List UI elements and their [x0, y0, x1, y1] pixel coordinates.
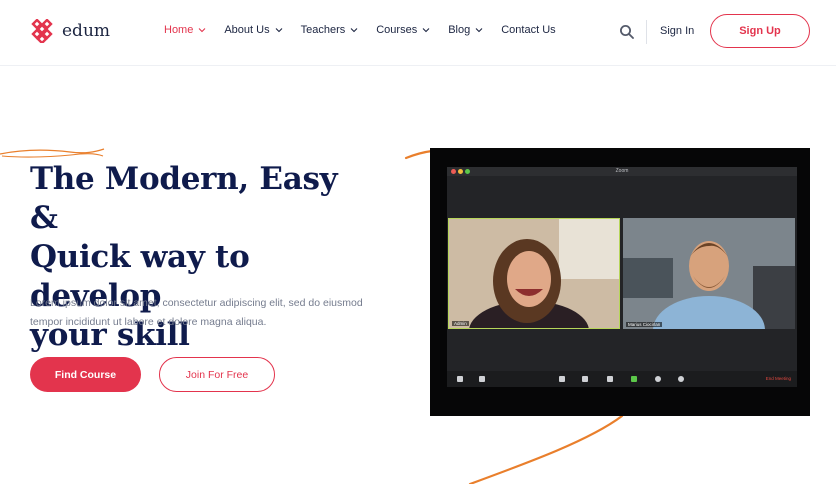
nav-item-blog[interactable]: Blog — [448, 24, 483, 36]
participant-tile: Admin — [448, 218, 620, 329]
participant-photo — [449, 219, 619, 328]
brand-name: edum — [62, 21, 111, 41]
meeting-controls: End Meeting — [447, 371, 797, 387]
search-icon[interactable] — [619, 24, 635, 40]
hero-description: Lorem ipsum dolor sit amet, consectetur … — [30, 294, 370, 332]
record-icon — [655, 376, 661, 382]
site-header: edum Home About Us Teachers Courses Blog… — [0, 0, 836, 66]
security-icon — [559, 376, 565, 382]
chevron-down-icon — [422, 28, 430, 33]
sign-in-link[interactable]: Sign In — [660, 25, 694, 37]
main-nav: Home About Us Teachers Courses Blog Cont… — [164, 24, 574, 36]
nav-item-contact-us[interactable]: Contact Us — [501, 24, 555, 36]
video-meeting-image: Zoom Admin Marius Ciocirlan End Meeting — [430, 148, 810, 416]
squiggle-decoration — [0, 148, 105, 158]
video-camera-icon — [479, 376, 485, 382]
hero-desc-line: tempor incididunt ut labore et dolore ma… — [30, 316, 267, 328]
participants-icon — [582, 376, 588, 382]
participant-name: Marius Ciocirlan — [626, 322, 663, 327]
nav-label: Teachers — [300, 24, 346, 36]
chevron-down-icon — [275, 28, 282, 33]
nav-label: Courses — [376, 24, 418, 36]
nav-item-teachers[interactable]: Teachers — [301, 24, 359, 36]
hero-desc-line: Lorem ipsum dolor sit amet, consectetur … — [30, 297, 363, 309]
chevron-down-icon — [475, 28, 483, 33]
meeting-window: Zoom Admin Marius Ciocirlan End Meeting — [447, 167, 797, 387]
nav-label: Blog — [448, 24, 471, 36]
chat-icon — [607, 376, 613, 382]
participant-photo — [623, 218, 795, 329]
reactions-icon — [678, 376, 684, 382]
nav-label: Contact Us — [501, 24, 556, 36]
nav-item-home[interactable]: Home — [164, 24, 206, 36]
chevron-down-icon — [198, 28, 206, 33]
nav-item-courses[interactable]: Courses — [376, 24, 430, 36]
end-meeting-label: End Meeting — [765, 376, 791, 381]
logo-icon — [31, 19, 53, 43]
join-for-free-button[interactable]: Join For Free — [159, 357, 275, 392]
participant-tile: Marius Ciocirlan — [623, 218, 795, 329]
sign-up-button[interactable]: Sign Up — [710, 14, 810, 48]
logo[interactable]: edum — [30, 19, 110, 43]
hero-title-line: The Modern, Easy & — [30, 161, 338, 236]
share-screen-icon — [631, 376, 637, 382]
nav-label: Home — [164, 24, 194, 36]
header-divider — [646, 20, 647, 44]
chevron-down-icon — [350, 28, 358, 33]
window-title: Zoom — [615, 168, 629, 174]
nav-label: About Us — [224, 24, 270, 36]
microphone-icon — [457, 376, 463, 382]
nav-item-about-us[interactable]: About Us — [224, 24, 282, 36]
window-titlebar: Zoom — [447, 167, 797, 176]
find-course-button[interactable]: Find Course — [30, 357, 141, 392]
participant-name: Admin — [452, 321, 469, 326]
